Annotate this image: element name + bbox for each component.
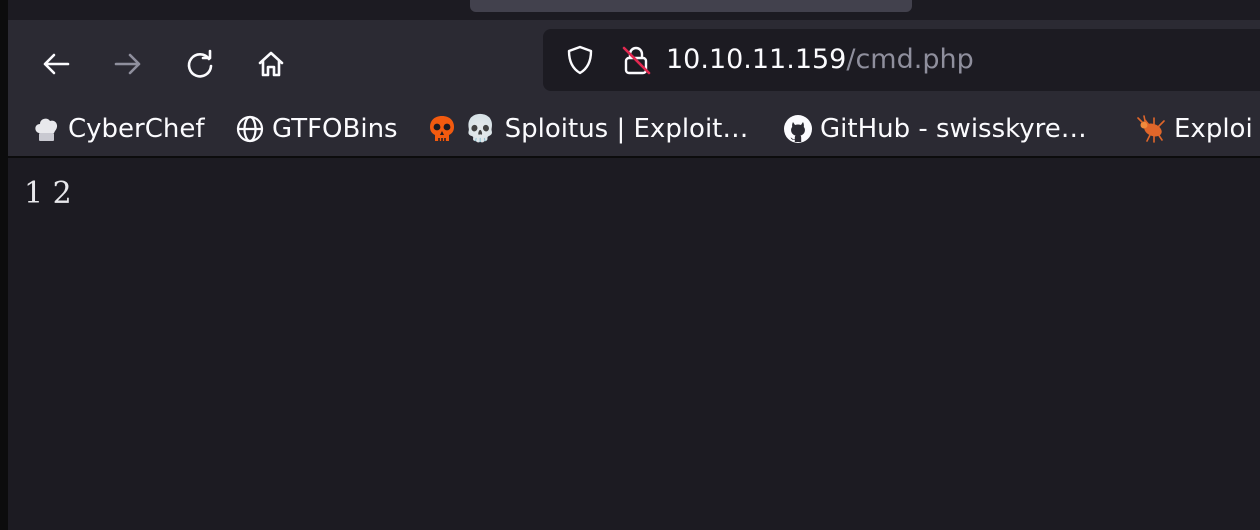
forward-button[interactable] [108,44,148,84]
url-path: /cmd.php [846,44,974,75]
url-bar[interactable]: 10.10.11.159/cmd.php [543,29,1260,91]
bookmark-exploit-db[interactable]: Exploi [1136,111,1253,147]
tab-strip [8,0,1260,20]
arrow-left-icon [40,48,72,80]
bookmark-label: Exploi [1174,114,1253,144]
url-text[interactable]: 10.10.11.159/cmd.php [666,42,974,78]
reload-icon [184,48,216,80]
bookmark-label: CyberChef [68,114,205,144]
shield-icon[interactable] [564,44,596,76]
active-tab[interactable] [470,0,912,12]
skull-icon [426,113,458,145]
bookmarks-toolbar: CyberChef GTFOBins 💀 Sploitus | Exploit…… [8,102,1260,158]
reload-button[interactable] [180,44,220,84]
page-body-text: 1 2 [24,176,72,211]
github-icon [782,113,814,145]
bug-icon [1136,113,1168,145]
bookmark-label: GTFOBins [272,114,398,144]
home-icon [255,48,287,80]
back-button[interactable] [36,44,76,84]
bookmark-label: GitHub - swisskyre… [820,114,1087,144]
globe-icon [234,113,266,145]
window-edge [0,0,8,530]
home-button[interactable] [251,44,291,84]
bookmark-gtfobins[interactable]: GTFOBins [234,111,398,147]
chef-hat-icon [30,113,62,145]
navigation-toolbar: 10.10.11.159/cmd.php [8,20,1260,102]
bookmark-github[interactable]: GitHub - swisskyre… [782,111,1087,147]
bookmark-cyberchef[interactable]: CyberChef [30,111,205,147]
page-content: 1 2 [8,158,1260,530]
insecure-lock-icon[interactable] [620,44,652,76]
arrow-right-icon [112,48,144,80]
url-host: 10.10.11.159 [666,44,847,75]
bookmark-sploitus[interactable]: 💀 Sploitus | Exploit… [426,111,748,147]
bookmark-label: 💀 Sploitus | Exploit… [464,114,749,144]
